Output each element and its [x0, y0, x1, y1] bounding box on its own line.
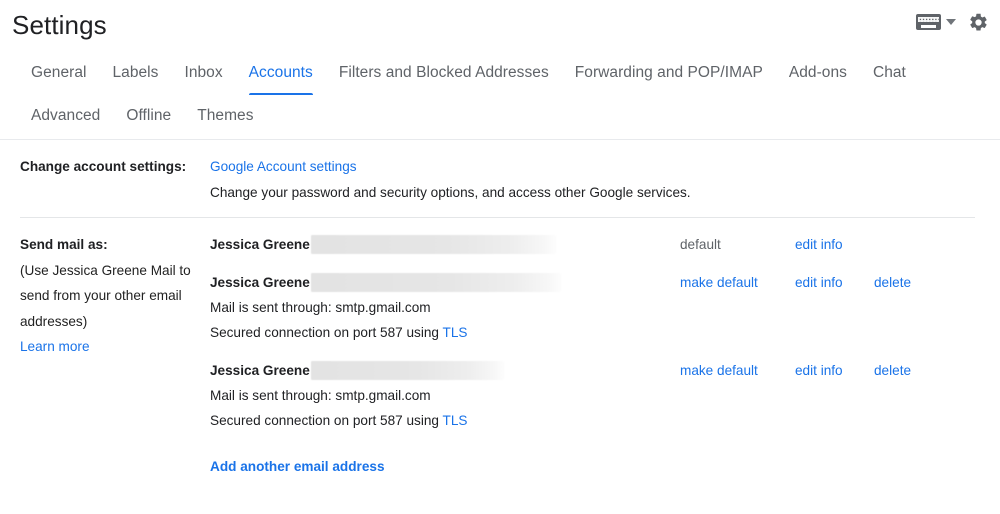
tab-label: Offline	[126, 107, 172, 124]
send-mail-as-accounts-list: Jessica Greene default edit info Jessica Gr…	[210, 232, 978, 434]
redacted-email-address	[310, 235, 556, 254]
row-spacer	[210, 258, 978, 270]
learn-more-link[interactable]: Learn more	[20, 339, 90, 354]
tab-general[interactable]: General	[18, 52, 100, 95]
header-tools	[914, 8, 992, 36]
tab-label: Forwarding and POP/IMAP	[574, 64, 763, 81]
sender-identity-line: Jessica Greene	[210, 232, 680, 257]
default-status-cell: make default	[680, 358, 795, 384]
make-default-link[interactable]: make default	[680, 275, 758, 290]
send-mail-as-section: Send mail as: (Use Jessica Greene Mail t…	[0, 218, 1000, 491]
edit-info-cell: edit info	[795, 232, 874, 258]
edit-info-link[interactable]: edit info	[795, 237, 843, 252]
sender-name: Jessica Greene	[210, 237, 310, 252]
tab-filters-and-blocked-addresses[interactable]: Filters and Blocked Addresses	[326, 52, 562, 95]
redacted-email-address	[310, 272, 561, 292]
sender-name: Jessica Greene	[210, 362, 310, 378]
tab-label: Chat	[872, 64, 906, 81]
keyboard-icon	[916, 14, 941, 30]
tls-link[interactable]: TLS	[443, 413, 468, 428]
google-account-settings-link[interactable]: Google Account settings	[210, 159, 357, 174]
settings-tabs: General Labels Inbox Accounts Filters and Bl…	[0, 52, 1000, 140]
edit-info-cell: edit info	[795, 270, 874, 296]
send-mail-as-row: Jessica Greene Mail is sent through: smtp…	[210, 358, 978, 434]
delete-cell: delete	[874, 270, 911, 296]
delete-link[interactable]: delete	[874, 275, 911, 290]
sender-identity-line: Jessica Greene	[210, 270, 680, 295]
default-badge: default	[680, 237, 721, 252]
settings-gear-button[interactable]	[964, 8, 992, 36]
keyboard-shortcuts-button[interactable]	[914, 12, 958, 32]
row-spacer	[210, 346, 978, 358]
edit-info-link[interactable]: edit info	[795, 275, 843, 290]
change-account-settings-description: Change your password and security option…	[210, 184, 691, 200]
send-mail-as-row-details: Jessica Greene Mail is sent through: smtp…	[210, 358, 680, 434]
delete-cell: delete	[874, 358, 911, 384]
sender-identity-line: Jessica Greene	[210, 358, 680, 383]
tab-inbox[interactable]: Inbox	[171, 52, 235, 95]
add-another-email-address-link[interactable]: Add another email address	[210, 454, 978, 480]
change-account-settings-label: Change account settings:	[0, 154, 210, 180]
smtp-server-line: Mail is sent through: smtp.gmail.com	[210, 387, 431, 403]
send-mail-as-body: Jessica Greene default edit info Jessica Gr…	[210, 232, 1000, 479]
tab-offline[interactable]: Offline	[113, 95, 184, 138]
tab-label: Accounts	[248, 64, 313, 81]
tab-label: Inbox	[184, 64, 223, 81]
send-mail-as-note: (Use Jessica Greene Mail to send from yo…	[20, 262, 191, 329]
send-mail-as-label-text: Send mail as:	[20, 237, 108, 252]
edit-info-cell: edit info	[795, 358, 874, 384]
tab-label: Labels	[112, 64, 159, 81]
send-mail-as-row: Jessica Greene Mail is sent through: smtp…	[210, 270, 978, 346]
page-title: Settings	[12, 10, 107, 40]
tab-label: Advanced	[31, 107, 101, 124]
chevron-down-icon	[946, 19, 956, 25]
secured-connection-text: Secured connection on port 587 using	[210, 325, 443, 340]
tab-themes[interactable]: Themes	[184, 95, 266, 138]
tab-label: Add-ons	[788, 64, 847, 81]
settings-header: Settings	[0, 0, 1000, 52]
gear-icon	[969, 13, 987, 31]
tabs-row: General Labels Inbox Accounts Filters and Bl…	[0, 52, 1000, 138]
default-status-cell: make default	[680, 270, 795, 296]
change-account-settings-section: Change account settings: Google Account …	[0, 140, 1000, 217]
google-account-settings-row: Google Account settings	[210, 154, 978, 180]
tab-label: General	[31, 64, 87, 81]
send-mail-as-row-actions: make default edit info delete	[680, 270, 978, 296]
tab-label: Filters and Blocked Addresses	[338, 64, 549, 81]
send-mail-as-row-details: Jessica Greene	[210, 232, 680, 257]
redacted-email-address	[310, 360, 504, 380]
sender-name: Jessica Greene	[210, 274, 310, 290]
tab-label: Themes	[197, 107, 254, 124]
delete-link[interactable]: delete	[874, 363, 911, 378]
settings-content: Change account settings: Google Account …	[0, 140, 1000, 491]
send-mail-as-row-actions: make default edit info delete	[680, 358, 978, 384]
send-mail-as-row: Jessica Greene default edit info	[210, 232, 978, 258]
send-mail-as-row-actions: default edit info	[680, 232, 978, 258]
tab-labels[interactable]: Labels	[100, 52, 172, 95]
secured-connection-line: Secured connection on port 587 using TLS	[210, 320, 680, 346]
tab-advanced[interactable]: Advanced	[18, 95, 113, 138]
tab-chat[interactable]: Chat	[860, 52, 919, 95]
tab-forwarding-and-pop-imap[interactable]: Forwarding and POP/IMAP	[562, 52, 776, 95]
secured-connection-line: Secured connection on port 587 using TLS	[210, 408, 680, 434]
secured-connection-text: Secured connection on port 587 using	[210, 413, 443, 428]
tab-add-ons[interactable]: Add-ons	[776, 52, 860, 95]
tls-link[interactable]: TLS	[443, 325, 468, 340]
make-default-link[interactable]: make default	[680, 363, 758, 378]
smtp-server-line: Mail is sent through: smtp.gmail.com	[210, 299, 431, 315]
tabs-divider	[0, 139, 1000, 140]
change-account-settings-label-text: Change account settings:	[20, 159, 187, 174]
send-mail-as-label: Send mail as: (Use Jessica Greene Mail t…	[0, 232, 210, 360]
default-status-cell: default	[680, 232, 795, 258]
tab-accounts[interactable]: Accounts	[236, 52, 326, 95]
edit-info-link[interactable]: edit info	[795, 363, 843, 378]
send-mail-as-row-details: Jessica Greene Mail is sent through: smtp…	[210, 270, 680, 346]
change-account-settings-body: Google Account settings Change your pass…	[210, 154, 1000, 205]
